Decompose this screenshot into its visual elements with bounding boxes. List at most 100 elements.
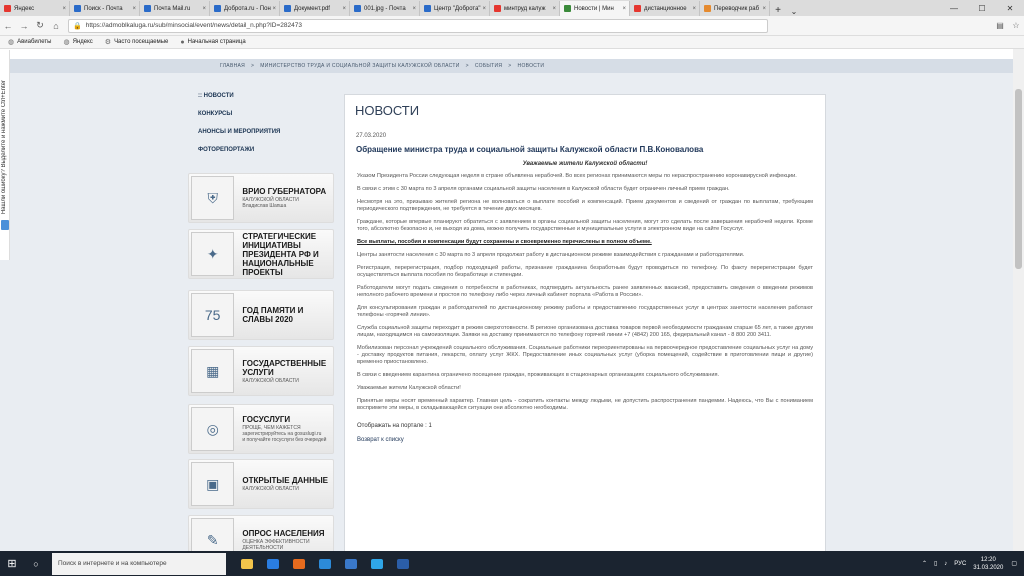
side-banner[interactable]: ✦ СТРАТЕГИЧЕСКИЕ ИНИЦИАТИВЫ ПРЕЗИДЕНТА РФ…	[188, 229, 334, 279]
close-tab-icon[interactable]: ×	[482, 6, 486, 12]
browser-tab[interactable]: Документ.pdf ×	[280, 1, 350, 16]
maximize-icon[interactable]: ☐	[968, 1, 996, 16]
side-banner[interactable]: ✎ ОПРОС НАСЕЛЕНИЯ ОЦЕНКА ЭФФЕКТИВНОСТИ ДЕЯ…	[188, 515, 334, 551]
browser-tab[interactable]: Яндекс ×	[0, 1, 70, 16]
bookmark-star-icon[interactable]: ☆	[1008, 21, 1024, 30]
taskbar-app[interactable]	[260, 551, 286, 576]
mail-icon	[144, 5, 151, 12]
page-scrollbar[interactable]	[1013, 49, 1024, 551]
browser-tab[interactable]: Новости | Мин ×	[560, 1, 630, 16]
network-icon[interactable]: ▯	[934, 560, 937, 567]
lock-icon: 🔒	[73, 22, 82, 30]
close-tab-icon[interactable]: ×	[692, 6, 696, 12]
article-title: Обращение министра труда и социальной за…	[356, 145, 704, 154]
browser-tab[interactable]: Центр "Доброта" ×	[420, 1, 490, 16]
services-icon: ▦	[191, 349, 235, 393]
side-banner[interactable]: ▦ ГОСУДАРСТВЕННЫЕ УСЛУГИ КАЛУЖСКОЙ ОБЛАСТИ	[188, 346, 334, 396]
new-tab-icon[interactable]: +	[770, 5, 786, 16]
windows-start-icon[interactable]: ⊞	[0, 557, 24, 570]
article-paragraph: Центры занятости населения с 30 марта по…	[357, 252, 745, 258]
mail-icon	[214, 5, 221, 12]
minimize-icon[interactable]: —	[940, 1, 968, 16]
taskbar-app[interactable]	[364, 551, 390, 576]
forward-icon[interactable]: →	[16, 21, 32, 31]
side-banner[interactable]: ◎ ГОСУСЛУГИ ПРОЩЕ, ЧЕМ КАЖЕТСЯ зарегистрир…	[188, 404, 334, 454]
left-nav-item[interactable]: АНОНСЫ И МЕРОПРИЯТИЯ	[198, 129, 298, 135]
taskbar-app[interactable]	[312, 551, 338, 576]
close-tab-icon[interactable]: ×	[272, 6, 276, 12]
browser-tab[interactable]: минтруд калуж ×	[490, 1, 560, 16]
clock[interactable]: 12:20 31.03.2020	[973, 556, 1003, 572]
reload-icon[interactable]: ↻	[32, 20, 48, 31]
taskbar-app[interactable]	[234, 551, 260, 576]
greeting: Уважаемые жители Калужской области!	[522, 161, 648, 167]
home-icon[interactable]: ⌂	[48, 21, 64, 31]
banner-subtitle: КАЛУЖСКОЙ ОБЛАСТИ Владислав Шапша	[242, 197, 299, 209]
article-paragraph: В связи с введением карантина ограничено…	[357, 372, 720, 378]
news-date: 27.03.2020	[356, 133, 387, 139]
side-banner[interactable]: ⛨ ВРИО ГУБЕРНАТОРА КАЛУЖСКОЙ ОБЛАСТИ Влади…	[188, 173, 334, 223]
back-to-list-link[interactable]: Возврат к списку	[357, 437, 825, 443]
left-nav-item[interactable]: :: НОВОСТИ	[198, 93, 298, 99]
breadcrumb: ГЛАВНАЯ > МИНИСТЕРСТВО ТРУДА И СОЦИАЛЬНОЙ …	[0, 59, 1013, 73]
breadcrumb-item[interactable]: НОВОСТИ	[518, 63, 545, 69]
browser-tab[interactable]: Переводчик раб ×	[700, 1, 770, 16]
taskbar-app[interactable]	[338, 551, 364, 576]
search-icon[interactable]: ○	[24, 559, 48, 569]
language-indicator[interactable]: РУС	[954, 561, 966, 567]
browser-tab[interactable]: дистанционное ×	[630, 1, 700, 16]
bookmark-item[interactable]: ⚙ Часто посещаемые	[105, 38, 169, 46]
article-paragraph: Принятые меры носят временный характер. …	[357, 398, 813, 411]
taskbar-app[interactable]	[286, 551, 312, 576]
gear-icon: ⚙	[104, 39, 112, 46]
banner-title: ОТКРЫТЫЕ ДАННЫЕ	[242, 476, 329, 485]
system-tray: ⌃ ▯ ♪ РУС 12:20 31.03.2020 ▢	[922, 556, 1024, 572]
yandex-icon	[4, 5, 11, 12]
breadcrumb-item[interactable]: ГЛАВНАЯ	[220, 63, 245, 69]
yandex-icon	[494, 5, 501, 12]
feedback-panel[interactable]: Нашли ошибку? Выделите и нажмите Ctrl+En…	[0, 50, 10, 260]
close-icon[interactable]: ✕	[996, 1, 1024, 16]
close-tab-icon[interactable]: ×	[132, 6, 136, 12]
banner-text: ГОСУСЛУГИ ПРОЩЕ, ЧЕМ КАЖЕТСЯ зарегистриру…	[242, 415, 333, 443]
close-tab-icon[interactable]: ×	[202, 6, 206, 12]
navigation-bar: ← → ↻ ⌂ 🔒 https://admoblkaluga.ru/sub/mi…	[0, 16, 1024, 36]
left-nav-item[interactable]: КОНКУРСЫ	[198, 111, 298, 117]
scrollbar-thumb[interactable]	[1015, 89, 1022, 269]
banner-text: ВРИО ГУБЕРНАТОРА КАЛУЖСКОЙ ОБЛАСТИ Владис…	[242, 187, 333, 209]
feedback-icon[interactable]	[1, 220, 9, 230]
taskbar-app[interactable]	[390, 551, 416, 576]
browser-tab[interactable]: 001.jpg - Почта ×	[350, 1, 420, 16]
back-icon[interactable]: ←	[0, 21, 16, 31]
left-nav-item[interactable]: ФОТОРЕПОРТАЖИ	[198, 147, 298, 153]
reader-view-icon[interactable]: ▤	[992, 21, 1008, 30]
tab-list-icon[interactable]: ⌄	[786, 7, 802, 16]
close-tab-icon[interactable]: ×	[552, 6, 556, 12]
close-tab-icon[interactable]: ×	[342, 6, 346, 12]
taskbar-search-input[interactable]: Поиск в интернете и на компьютере	[52, 552, 226, 575]
address-bar[interactable]: 🔒 https://admoblkaluga.ru/sub/minsocial/…	[68, 18, 768, 33]
browser-tab[interactable]: Почта Mail.ru ×	[140, 1, 210, 16]
banner-subtitle: ОЦЕНКА ЭФФЕКТИВНОСТИ ДЕЯТЕЛЬНОСТИ	[242, 539, 310, 551]
victory-75-icon: 75	[191, 293, 235, 337]
bookmark-item[interactable]: ● Начальная страница	[180, 39, 245, 46]
breadcrumb-item[interactable]: МИНИСТЕРСТВО ТРУДА И СОЦИАЛЬНОЙ ЗАЩИТЫ К…	[260, 63, 459, 69]
side-banner[interactable]: ▣ ОТКРЫТЫЕ ДАННЫЕ КАЛУЖСКОЙ ОБЛАСТИ	[188, 459, 334, 509]
banner-title: ВРИО ГУБЕРНАТОРА	[242, 187, 327, 196]
tray-chevron-icon[interactable]: ⌃	[922, 560, 927, 567]
close-tab-icon[interactable]: ×	[412, 6, 416, 12]
close-tab-icon[interactable]: ×	[622, 6, 626, 12]
top-menu-strip	[0, 49, 1013, 59]
side-banner[interactable]: 75 ГОД ПАМЯТИ И СЛАВЫ 2020	[188, 290, 334, 340]
browser-tab[interactable]: Поиск - Почта ×	[70, 1, 140, 16]
bookmark-item[interactable]: ◍ Яндекс	[63, 38, 92, 46]
bookmark-item[interactable]: ◍ Авиабилеты	[8, 38, 51, 46]
tab-label: Переводчик раб	[714, 5, 760, 12]
close-tab-icon[interactable]: ×	[762, 6, 766, 12]
bookmarks-bar: ◍ Авиабилеты ◍ Яндекс ⚙ Часто посещаемые ● Нача…	[0, 36, 1024, 49]
close-tab-icon[interactable]: ×	[62, 6, 66, 12]
volume-icon[interactable]: ♪	[944, 561, 947, 567]
notifications-icon[interactable]: ▢	[1011, 560, 1017, 567]
breadcrumb-item[interactable]: СОБЫТИЯ	[475, 63, 502, 69]
browser-tab[interactable]: Доброта.ru - Пон ×	[210, 1, 280, 16]
